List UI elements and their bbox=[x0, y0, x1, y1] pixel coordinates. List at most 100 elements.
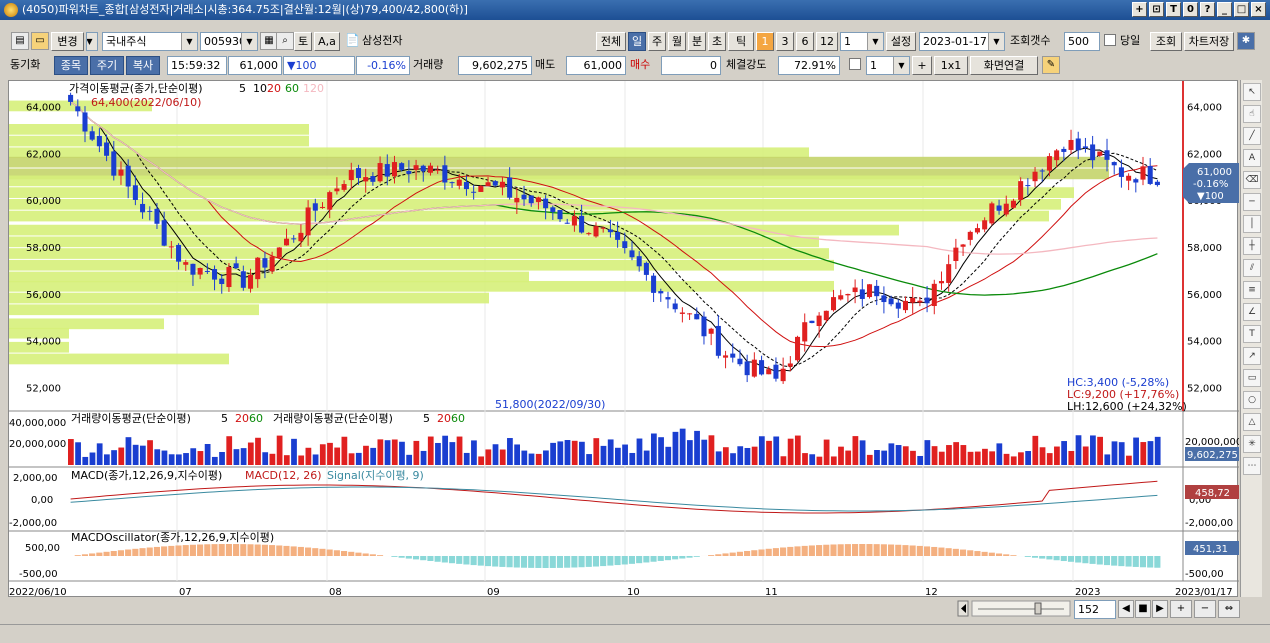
oscillator-bar bbox=[571, 556, 578, 568]
volume-bar bbox=[262, 452, 269, 465]
top-icon[interactable]: T bbox=[1166, 2, 1181, 17]
candle-body bbox=[391, 162, 397, 177]
oscillator-bar bbox=[96, 552, 103, 556]
volume-bar bbox=[586, 454, 592, 465]
stop-icon[interactable]: ■ bbox=[1135, 600, 1151, 618]
plus-icon[interactable]: + bbox=[1132, 2, 1147, 17]
eraser-icon[interactable]: ⌫ bbox=[1243, 171, 1261, 189]
period-week[interactable]: 주 bbox=[648, 32, 666, 51]
help-icon[interactable]: ? bbox=[1200, 2, 1215, 17]
vertical-line-icon[interactable]: │ bbox=[1243, 215, 1261, 233]
change-dropdown[interactable] bbox=[86, 32, 98, 51]
search-icon[interactable]: ⌕ bbox=[276, 32, 294, 50]
candle-body bbox=[298, 232, 304, 242]
hand-icon[interactable]: ☝ bbox=[1243, 105, 1261, 123]
num-12[interactable]: 12 bbox=[816, 32, 838, 51]
num-6[interactable]: 6 bbox=[796, 32, 814, 51]
stock-code-input[interactable]: 005930 bbox=[200, 32, 258, 51]
maximize-icon[interactable]: □ bbox=[1234, 2, 1249, 17]
close-icon[interactable]: × bbox=[1251, 2, 1266, 17]
same-day-checkbox[interactable] bbox=[1104, 34, 1116, 46]
zoom-out-icon[interactable]: − bbox=[1194, 600, 1216, 618]
rewind-icon[interactable]: ◀ bbox=[1118, 600, 1134, 618]
price-axis-label-right: 54,000 bbox=[1187, 337, 1222, 348]
plus-button[interactable]: + bbox=[912, 56, 932, 75]
oscillator-bar bbox=[355, 552, 362, 556]
period-tick[interactable]: 틱 bbox=[728, 32, 754, 51]
oscillator-bar bbox=[348, 551, 355, 556]
cursor-icon[interactable]: ↖ bbox=[1243, 83, 1261, 101]
count-input[interactable]: 500 bbox=[1064, 32, 1100, 51]
zoom-input[interactable]: 152 bbox=[1074, 600, 1116, 619]
price-axis-label-right: 62,000 bbox=[1187, 149, 1222, 160]
change-button[interactable]: 변경 bbox=[51, 32, 84, 51]
item-button[interactable]: 종목 bbox=[54, 56, 88, 75]
period-minute[interactable]: 분 bbox=[688, 32, 706, 51]
num-3[interactable]: 3 bbox=[776, 32, 794, 51]
period-second[interactable]: 초 bbox=[708, 32, 726, 51]
aa-button[interactable]: A,a bbox=[314, 32, 340, 51]
candle-body bbox=[492, 181, 498, 186]
setting-button[interactable]: 설정 bbox=[886, 32, 916, 51]
volume-bar bbox=[1039, 447, 1046, 465]
volume-bar bbox=[564, 440, 571, 465]
all-icon[interactable]: A bbox=[1243, 149, 1261, 167]
volume-bar bbox=[838, 446, 844, 465]
pencil-icon[interactable]: ✎ bbox=[1042, 56, 1060, 74]
triangle-icon[interactable]: △ bbox=[1243, 413, 1261, 431]
volume-bar bbox=[1025, 451, 1032, 465]
period-month[interactable]: 월 bbox=[668, 32, 686, 51]
period-day[interactable]: 일 bbox=[628, 32, 646, 51]
reset-icon[interactable]: 0 bbox=[1183, 2, 1198, 17]
copy-button[interactable]: 복사 bbox=[126, 56, 160, 75]
oscillator-bar bbox=[844, 544, 851, 556]
bottom-bar: 152 ◀ ■ ▶ + − ⇔ bbox=[0, 598, 1270, 621]
save-chart-button[interactable]: 차트저장 bbox=[1184, 32, 1234, 51]
zoom-in-icon[interactable]: + bbox=[1170, 600, 1192, 618]
trend-line-icon[interactable]: ╱ bbox=[1243, 127, 1261, 145]
pin-icon[interactable]: ⊡ bbox=[1149, 2, 1164, 17]
date-input[interactable]: 2023-01-17 bbox=[919, 32, 1005, 51]
text-icon[interactable]: T bbox=[1243, 325, 1261, 343]
candle-body bbox=[521, 194, 527, 200]
layout-checkbox[interactable] bbox=[849, 58, 861, 70]
grid-button[interactable]: 1x1 bbox=[934, 56, 968, 75]
oscillator-bar bbox=[247, 544, 254, 556]
gear-icon[interactable]: ✱ bbox=[1237, 32, 1255, 50]
circle-icon[interactable]: ○ bbox=[1243, 391, 1261, 409]
expand-icon[interactable]: ⇔ bbox=[1218, 600, 1240, 618]
minimize-icon[interactable]: _ bbox=[1217, 2, 1232, 17]
screen-icon[interactable]: ▭ bbox=[31, 32, 49, 50]
chart-area[interactable]: 64,000 62,000 60,000 58,000 56,000 54,000 52,0… bbox=[8, 80, 1242, 598]
play-icon[interactable]: ▶ bbox=[1152, 600, 1168, 618]
volume-bar bbox=[168, 454, 175, 465]
num-1[interactable]: 1 bbox=[756, 32, 774, 51]
market-select[interactable]: 국내주식 bbox=[102, 32, 198, 51]
t-button[interactable]: 토 bbox=[294, 32, 312, 51]
oscillator-bar bbox=[362, 553, 369, 556]
layout-icon[interactable]: ▤ bbox=[11, 32, 29, 50]
volume-bar bbox=[658, 437, 664, 465]
chart-svg[interactable]: 64,00062,00060,00058,00056,00054,00052,0… bbox=[9, 81, 1242, 598]
channel-icon[interactable]: ⫽ bbox=[1243, 259, 1261, 277]
rect-icon[interactable]: ▭ bbox=[1243, 369, 1261, 387]
x-axis-label: 2022/06/10 bbox=[9, 587, 67, 598]
query-button[interactable]: 조회 bbox=[1150, 32, 1182, 51]
period-all[interactable]: 전체 bbox=[596, 32, 626, 51]
zoom-slider-thumb[interactable] bbox=[1034, 602, 1042, 615]
volume-profile-bar bbox=[9, 292, 489, 304]
volume-value: 9,602,275 bbox=[458, 56, 532, 75]
arrow-icon[interactable]: ↗ bbox=[1243, 347, 1261, 365]
fibonacci-icon[interactable]: ≡ bbox=[1243, 281, 1261, 299]
candle-body bbox=[1003, 203, 1009, 215]
count-select[interactable]: 1 bbox=[840, 32, 884, 51]
layout-select[interactable]: 1 bbox=[866, 56, 910, 75]
volume-profile-bar bbox=[9, 135, 309, 147]
link-screen-button[interactable]: 화면연결 bbox=[970, 56, 1038, 75]
cross-line-icon[interactable]: ┼ bbox=[1243, 237, 1261, 255]
gann-icon[interactable]: ✳ bbox=[1243, 435, 1261, 453]
period-button[interactable]: 주기 bbox=[90, 56, 124, 75]
angle-icon[interactable]: ∠ bbox=[1243, 303, 1261, 321]
horizontal-line-icon[interactable]: ─ bbox=[1243, 193, 1261, 211]
more-icon[interactable]: ⋯ bbox=[1243, 457, 1261, 475]
